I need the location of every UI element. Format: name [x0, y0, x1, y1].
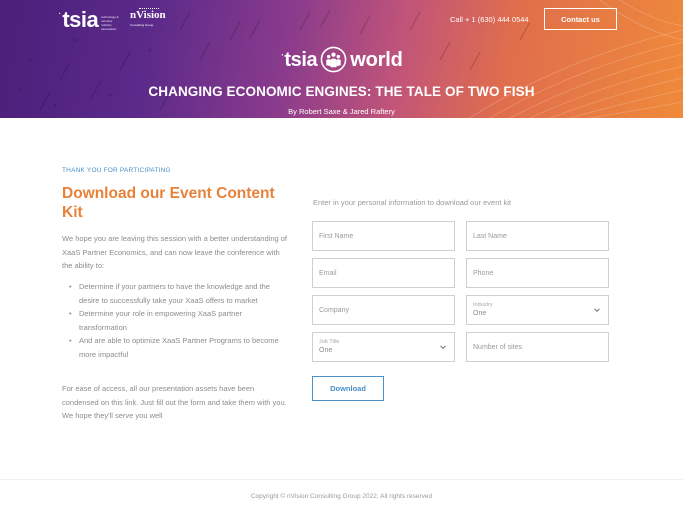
company-placeholder: Company: [319, 307, 349, 314]
first-name-placeholder: First Name: [319, 233, 354, 240]
phone-field[interactable]: Phone: [466, 258, 609, 288]
tsia-world-logo-left: tsia: [284, 48, 318, 71]
tsia-logo-text: tsia: [62, 7, 99, 32]
nvision-logo[interactable]: nVision Consulting Group: [130, 8, 166, 27]
download-button[interactable]: Download: [312, 376, 384, 401]
form-intro: Enter in your personal information to do…: [313, 198, 512, 207]
number-of-sites-field[interactable]: Number of sites: [466, 332, 609, 362]
tsia-world-logo: · tsia world: [0, 46, 683, 73]
outro-paragraph: For ease of access, all our presentation…: [62, 384, 287, 420]
company-field[interactable]: Company: [312, 295, 455, 325]
event-byline: By Robert Saxe & Jared Raftery: [288, 107, 395, 116]
job-title-value: One: [319, 347, 333, 354]
last-name-field[interactable]: Last Name: [466, 221, 609, 251]
tsia-logo-tagline: technology & services industry associati…: [101, 15, 119, 31]
tsia-logo[interactable]: · tsia technology & services industry as…: [58, 7, 123, 32]
globe-people-icon: [320, 46, 347, 73]
industry-value: One: [473, 310, 487, 317]
phone-link[interactable]: Call + 1 (630) 444 0544: [450, 15, 529, 24]
job-title-label: Job Title: [319, 339, 340, 345]
footer-divider: [0, 479, 683, 480]
benefits-list: Determine if your partners to have the k…: [62, 280, 290, 361]
phone-placeholder: Phone: [473, 270, 494, 277]
eyebrow-text: THANK YOU FOR PARTICIPATING: [62, 167, 171, 174]
chevron-down-icon: [594, 308, 600, 313]
email-field[interactable]: Email: [312, 258, 455, 288]
tsia-world-logo-right: world: [350, 48, 403, 71]
event-title: CHANGING ECONOMIC ENGINES: THE TALE OF T…: [148, 84, 535, 99]
nvision-logo-text: nVision: [130, 9, 166, 21]
job-title-select[interactable]: Job Title One: [312, 332, 455, 362]
list-item: Determine if your partners to have the k…: [62, 280, 290, 307]
list-item: And are able to optimize XaaS Partner Pr…: [62, 334, 290, 361]
intro-paragraph: We hope you are leaving this session wit…: [62, 234, 287, 270]
nvision-logo-dots: [139, 8, 159, 9]
nvision-logo-subtext: Consulting Group: [130, 23, 154, 27]
contact-us-button[interactable]: Contact us: [544, 8, 617, 30]
copyright-text: Copyright © nVision Consulting Group 202…: [250, 493, 433, 500]
hero-banner: · tsia technology & services industry as…: [0, 0, 683, 118]
tsia-logo-dot: ·: [58, 8, 62, 19]
chevron-down-icon: [440, 345, 446, 350]
first-name-field[interactable]: First Name: [312, 221, 455, 251]
email-placeholder: Email: [319, 270, 337, 277]
last-name-placeholder: Last Name: [473, 233, 507, 240]
list-item: Determine your role in empowering XaaS p…: [62, 307, 290, 334]
industry-label: Industry: [473, 302, 493, 308]
page-title: Download our Event Content Kit: [62, 185, 275, 221]
industry-select[interactable]: Industry One: [466, 295, 609, 325]
number-of-sites-placeholder: Number of sites: [473, 344, 523, 351]
